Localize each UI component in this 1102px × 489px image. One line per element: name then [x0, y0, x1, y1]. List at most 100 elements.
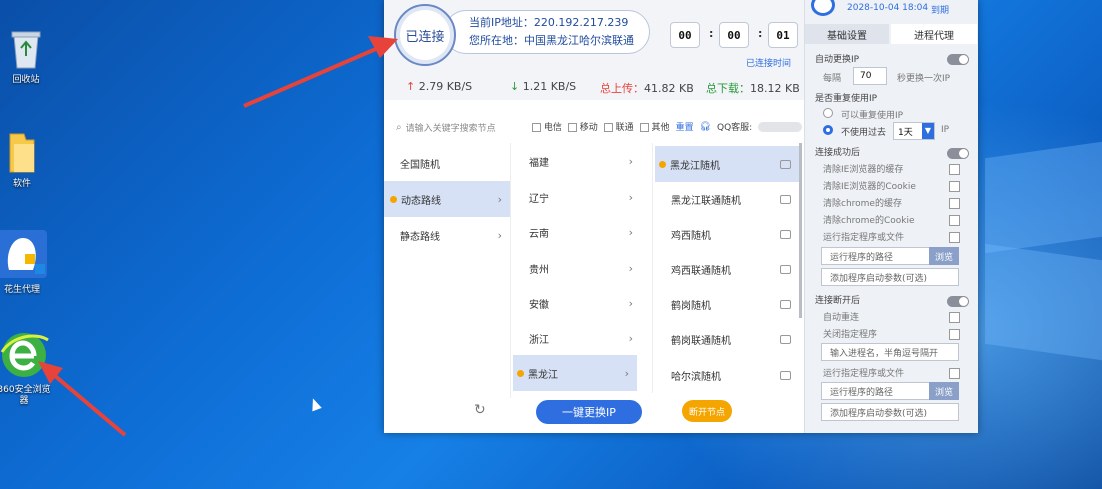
close-program-label: 关闭指定程序	[823, 330, 878, 340]
chevron-right-icon: ›	[497, 228, 502, 242]
run-file-checkbox[interactable]	[949, 368, 960, 379]
filter-unicom[interactable]: 联通	[603, 120, 634, 133]
province-item[interactable]: 贵州 ›	[511, 250, 641, 286]
refresh-icon[interactable]: ↻	[474, 402, 486, 418]
headset-icon: 🎧︎	[699, 121, 712, 132]
node-scrollbar[interactable]	[799, 143, 802, 318]
close-program-checkbox[interactable]	[949, 329, 960, 340]
windows-logo-pane	[985, 141, 1102, 254]
params-input[interactable]: 添加程序启动参数(可选)	[821, 268, 959, 286]
connection-info-box: 当前IP地址：220.192.217.239 您所在地：中国黑龙江哈尔滨联通	[444, 10, 650, 54]
node-item[interactable]: 鹤岗联通随机	[653, 321, 801, 357]
province-item[interactable]: 安徽 ›	[511, 285, 641, 321]
desktop-icon-folder[interactable]: 软件	[0, 130, 50, 190]
category-item-selected[interactable]: 动态路线 ›	[384, 181, 510, 217]
desktop-icon-360-browser[interactable]: 360安全浏览器	[0, 330, 52, 407]
360-browser-icon	[0, 333, 49, 377]
reuse-label: 是否重复使用IP	[815, 94, 878, 104]
auto-change-label: 自动更换IP	[815, 55, 860, 65]
category-item[interactable]: 全国随机	[384, 145, 510, 181]
after-connect-item: 清除chrome的Cookie	[823, 216, 915, 226]
desktop-icon-recycle-bin[interactable]: 回收站	[0, 26, 54, 86]
auto-reconnect-checkbox[interactable]	[949, 312, 960, 323]
chevron-right-icon: ›	[628, 225, 633, 239]
reuse-radio-block[interactable]	[823, 125, 833, 135]
chevron-right-icon: ›	[497, 192, 502, 206]
chat-icon[interactable]	[780, 194, 791, 204]
tab-process-proxy[interactable]: 进程代理	[891, 24, 977, 44]
node-item[interactable]: 鸡西联通随机	[653, 251, 801, 287]
after-connect-item: 清除chrome的缓存	[823, 199, 902, 209]
selected-dot	[390, 195, 397, 203]
browse-button-2[interactable]: 浏览	[929, 382, 959, 400]
account-expire-date: 2028-10-04 18:04	[847, 3, 929, 13]
connection-panel: 当前IP地址：220.192.217.239 您所在地：中国黑龙江哈尔滨联通 已…	[384, 0, 804, 100]
selected-dot	[659, 160, 666, 168]
after-connect-toggle[interactable]	[947, 148, 969, 159]
province-item[interactable]: 云南 ›	[511, 214, 641, 250]
chevron-right-icon: ›	[628, 261, 633, 275]
after-disconnect-label: 连接断开后	[815, 296, 861, 306]
settings-panel: 2028-10-04 18:04 到期 基础设置 进程代理 自动更换IP 每隔 …	[804, 0, 978, 433]
params-input-2[interactable]: 添加程序启动参数(可选)	[821, 403, 959, 421]
province-item[interactable]: 福建 ›	[511, 143, 641, 179]
qq-service-label[interactable]: QQ客服:	[717, 120, 752, 133]
search-icon: ⌕	[396, 121, 402, 133]
selected-dot	[517, 369, 524, 377]
interval-input[interactable]: 70	[853, 67, 887, 85]
chevron-right-icon: ›	[628, 190, 633, 204]
folder-icon	[9, 133, 35, 173]
node-item[interactable]: 哈尔滨随机	[653, 357, 801, 393]
desktop-icon-huasheng-proxy[interactable]: 花生代理	[0, 228, 50, 296]
filter-mobile[interactable]: 移动	[567, 120, 598, 133]
node-search-input[interactable]: ⌕ 请输入关键字搜索节点	[392, 116, 512, 138]
reuse-radio-allow[interactable]	[823, 108, 833, 118]
chat-icon[interactable]	[780, 264, 791, 274]
after-disconnect-toggle[interactable]	[947, 296, 969, 307]
after-connect-checkbox[interactable]	[949, 215, 960, 226]
reuse-days-select[interactable]: 1天 ▼	[893, 122, 935, 140]
run-path-input[interactable]: 运行程序的路径	[821, 247, 931, 265]
node-item[interactable]: 黑龙江联通随机	[653, 181, 801, 217]
chat-icon[interactable]	[780, 299, 791, 309]
connect-status-button[interactable]: 已连接	[394, 4, 456, 66]
desktop-icon-label: 花生代理	[3, 285, 40, 295]
after-connect-checkbox[interactable]	[949, 232, 960, 243]
tab-basic-settings[interactable]: 基础设置	[805, 24, 889, 44]
filter-telecom[interactable]: 电信	[532, 120, 562, 133]
province-item[interactable]: 辽宁 ›	[511, 179, 641, 215]
chat-icon[interactable]	[780, 229, 791, 239]
disconnect-button[interactable]: 断开节点	[682, 400, 732, 422]
windows-logo-pane	[985, 243, 1102, 361]
auto-change-toggle[interactable]	[947, 54, 969, 65]
timer-minutes: 00	[719, 22, 749, 48]
proxy-app-window: 当前IP地址：220.192.217.239 您所在地：中国黑龙江哈尔滨联通 已…	[384, 0, 978, 433]
after-connect-checkbox[interactable]	[949, 198, 960, 209]
peanut-proxy-icon	[0, 230, 47, 278]
timer-separator: :	[758, 27, 763, 40]
after-connect-label: 连接成功后	[815, 148, 861, 158]
reuse-option-block: 不使用过去	[841, 128, 887, 138]
category-item[interactable]: 静态路线 ›	[384, 217, 510, 253]
reset-link[interactable]: 重置	[676, 120, 694, 133]
node-item-selected[interactable]: 黑龙江随机	[655, 146, 801, 182]
chat-icon[interactable]	[780, 370, 791, 380]
province-item-selected[interactable]: 黑龙江 ›	[513, 355, 637, 391]
after-connect-item: 清除IE浏览器的Cookie	[823, 182, 916, 192]
filter-other[interactable]: 其他	[639, 120, 670, 133]
browse-button[interactable]: 浏览	[929, 247, 959, 265]
chat-icon[interactable]	[780, 159, 791, 169]
run-path-input-2[interactable]: 运行程序的路径	[821, 382, 931, 400]
after-connect-checkbox[interactable]	[949, 181, 960, 192]
after-connect-checkbox[interactable]	[949, 164, 960, 175]
mouse-cursor	[308, 396, 322, 412]
isp-filters: 电信 移动 联通 其他 重置 🎧︎ QQ客服:	[532, 120, 803, 133]
province-item[interactable]: 浙江 ›	[511, 320, 641, 356]
change-ip-button[interactable]: 一键更换IP	[536, 400, 642, 424]
chat-icon[interactable]	[780, 334, 791, 344]
node-item[interactable]: 鹤岗随机	[653, 286, 801, 322]
process-name-input[interactable]: 输入进程名，半角逗号隔开	[821, 343, 959, 361]
total-download: 总下载：18.12 KB	[706, 82, 800, 95]
upload-arrow-icon: ↑	[406, 80, 416, 93]
node-item[interactable]: 鸡西随机	[653, 216, 801, 252]
